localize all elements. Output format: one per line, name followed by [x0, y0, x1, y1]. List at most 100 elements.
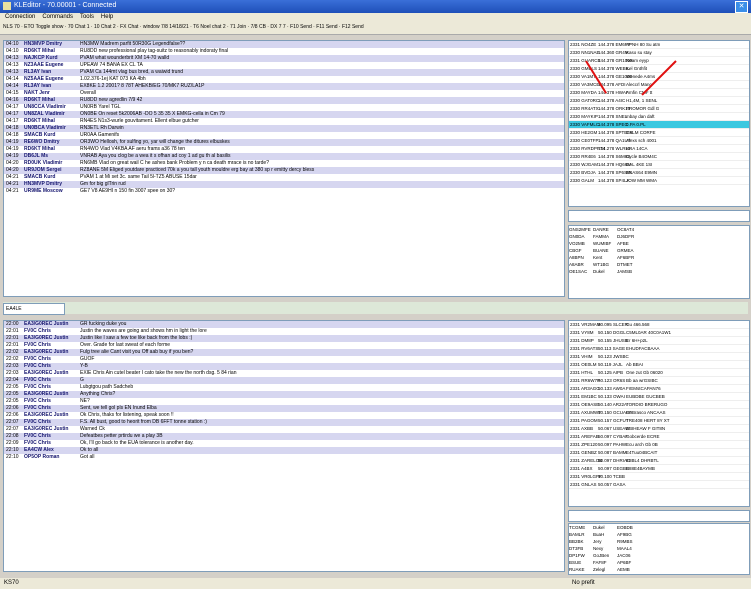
bottom-filter-input[interactable]	[568, 510, 750, 522]
user-grid-row[interactable]: DP1FW GoJBen JAC06	[569, 552, 749, 559]
chat-row[interactable]: 04:14 RL3AY Ivan EX8KE 1.2 2001? 8 78T AHE…	[4, 83, 564, 90]
user-grid-row[interactable]: VO2MB WUMIBF AFBE	[569, 240, 749, 247]
chat-row[interactable]: 22:05 FV0C Chris Lubgtgou path Sadcheb	[4, 384, 564, 391]
station-row[interactable]: 2331 VHIM 50.123 JWSBC	[569, 353, 749, 361]
station-row[interactable]: 2331 PAGOM50.157 GCFUTTRE408 HERT 8Y XT	[569, 417, 749, 425]
top-user-grid[interactable]: GNS2MFE DANRE OC8AT4 GN0DA FAMMA DJ6DFR VO2MB W…	[568, 225, 750, 299]
chat-row[interactable]: 22:01 FV0C Chris Over. Grade for last swea…	[4, 342, 564, 349]
chat-row[interactable]: 04:21 SMACB Kurd PVAM 1 at Mi set 3c. same…	[4, 174, 564, 181]
chat-row[interactable]: 22:05 EA3/G0REC Justin Anything Chris?	[4, 391, 564, 398]
toolbar-text[interactable]: NLS 70 · ETO Toggle show · 70 Chat 1 · 1…	[3, 24, 364, 30]
user-grid-row[interactable]: OE1SAC Dukel JAMSB	[569, 268, 749, 275]
user-grid-row[interactable]: BAMLR BuaH AF9BG	[569, 531, 749, 538]
mid-input[interactable]: EA4LE	[3, 303, 65, 315]
menu-connection[interactable]: Connection	[5, 14, 35, 20]
close-button[interactable]: ✕	[735, 1, 748, 13]
station-row[interactable]: 2331 ZARELOB50.097 DHRIACE8BL4 DHRBTL	[569, 457, 749, 465]
chat-row[interactable]: 04:18 UN0BCA Vladimir RN3ETL Rh Darwin	[4, 125, 564, 132]
station-row[interactable]: 2330 NN1NAE144.360 GR4MKaso su stay	[569, 49, 749, 57]
chat-row[interactable]: 04:19 DB6JL Ms VNRAB Aya you clog be a wea…	[4, 153, 564, 160]
station-row[interactable]: 2331 RV6ATS50.113 SAGEEHUDFACBAAA	[569, 345, 749, 353]
station-row[interactable]: 2331 VR2MAM50.095 SLCERGu 466.568	[569, 321, 749, 329]
menu-commands[interactable]: Commands	[42, 14, 73, 20]
chat-row[interactable]: 04:14 NZ5AAE Eugene 1.02.376-1ej KAT 073 K…	[4, 76, 564, 83]
chat-row[interactable]: 04:15 NAKT Jenr Overall	[4, 90, 564, 97]
station-row[interactable]: 2330 HE2GM144.378 SPTEFECALM CORFE	[569, 129, 749, 137]
menu-help[interactable]: Help	[101, 14, 113, 20]
station-row[interactable]: 2331 ZPE12050.097 PAHWEcu arch Gb 0B	[569, 441, 749, 449]
user-grid-row[interactable]: RUAKE Zelegl AEMB	[569, 566, 749, 573]
station-row[interactable]: 2331 VY8M 50.150 DGGLC5ML0AR 40C0A1W1	[569, 329, 749, 337]
chat-row[interactable]: 04:17 UN8ZAL Vladimir ON0BE On reset 5k200…	[4, 111, 564, 118]
station-row[interactable]: 2331 OE0LM50.119 JAJL Ab BBAI	[569, 361, 749, 369]
station-row[interactable]: 2331 EM1BC50.133 OWAIEUBDBE GUCBEB	[569, 393, 749, 401]
station-row[interactable]: 2330 RVRDPPT4144.278 WLRL5KRA 14CA	[569, 145, 749, 153]
station-row[interactable]: 2331 AR3AGC50.133 AW0AFrEMstCAPAN76	[569, 385, 749, 393]
chat-row[interactable]: 04:20 RD0UK Vladimir RN6MB Vlad on great w…	[4, 160, 564, 167]
user-grid-row[interactable]: A8ABR WT1BG DTMET	[569, 261, 749, 268]
user-grid-row[interactable]: CBGF BUANE GRMEA	[569, 247, 749, 254]
chat-row[interactable]: 22:06 FV0C Chris Sent, we tell gol pls EN …	[4, 405, 564, 412]
station-row[interactable]: 2330 VAFMLC144.378 SPEC0.PA 0.PL	[569, 121, 749, 129]
chat-row[interactable]: 22:02 FV0C Chris GUOF	[4, 356, 564, 363]
user-grid-row[interactable]: DT3FB Nexy MAAL4	[569, 545, 749, 552]
chat-row[interactable]: 04:17 UN8CCA Vladimir UN0RB Yarel TGL	[4, 104, 564, 111]
chat-row[interactable]: 22:03 FV0C Chris Y-B	[4, 363, 564, 370]
station-row[interactable]: 2330 WJGAM144.378 HQ66MDAL 4KE 1SI	[569, 161, 749, 169]
chat-row[interactable]: 22:09 FV0C Chris Ok, I'll go back to the E…	[4, 440, 564, 447]
top-filter-input[interactable]	[568, 210, 750, 222]
station-row[interactable]: 2331 GENBZ50.087 BAMME4Tuu04BCAIT	[569, 449, 749, 457]
station-row[interactable]: 2330 GALM 144.378 SP4LAJOW MM WMA	[569, 177, 749, 185]
station-row[interactable]: 2330 CE0TFP144.378 QA1UTAlexs sch 4001	[569, 137, 749, 145]
chat-row[interactable]: 22:02 EA3/G0REC Justin Fulg tree alie Cant…	[4, 349, 564, 356]
user-grid-row[interactable]: A8BPN Kent AF6BFR	[569, 254, 749, 261]
chat-row[interactable]: 22:08 FV0C Chris Defeatbes petter prtirdu …	[4, 433, 564, 440]
menu-tools[interactable]: Tools	[80, 14, 94, 20]
chat-row[interactable]: 22:00 EA3/G0REC Justin GR fucking duke you	[4, 321, 564, 328]
chat-row[interactable]: 22:10 OP5OP Roman Got all	[4, 454, 564, 461]
chat-row[interactable]: 04:13 RL3AY Ivan PVAM Ca 144mt vlag bus br…	[4, 69, 564, 76]
station-row[interactable]: 2331 RR6W7P50.123 OR6SBb aa wrGSIBC	[569, 377, 749, 385]
station-row[interactable]: 2331 GUARCE144.378 GR1000Neam eyyp	[569, 57, 749, 65]
chat-row[interactable]: 04:18 SMACB Kurd UR0AA Gamenifs	[4, 132, 564, 139]
chat-row[interactable]: 04:13 NAJKCP Kurd PVAM what wounderbrit XM…	[4, 55, 564, 62]
chat-row[interactable]: 22:07 FV0C Chris F.S. All bust, good to he…	[4, 419, 564, 426]
chat-row[interactable]: 04:21 HN3MVP Dmitry Gm for big glTrin rud	[4, 181, 564, 188]
chat-row[interactable]: 04:10 HN3MVP Dmitry HN3MW Madrem parfit 50…	[4, 41, 564, 48]
user-grid-row[interactable]: BSUE FAF8F AP6BF	[569, 559, 749, 566]
station-row[interactable]: 2331 A4BX 50.097 GEGBBE88E4BAYMB	[569, 465, 749, 473]
station-row[interactable]: 2330 RR4ATX144.378 ORK13PROMOR Gdl G	[569, 105, 749, 113]
chat-row[interactable]: 22:10 EA4CW Alex Ok to all	[4, 447, 564, 454]
station-row[interactable]: 2331 GNLAS50.057 GASA	[569, 481, 749, 489]
station-row[interactable]: 2331 NO4ZE 144.378 EM6FPAPNH 80 Su atm	[569, 41, 749, 49]
station-row[interactable]: 2331 OE9ASE50.140 AR22ATORDIO BRERUGO	[569, 401, 749, 409]
station-row[interactable]: 2331 HTHL 50.125 AIPB One zut Gb 06020	[569, 369, 749, 377]
top-chat-log[interactable]: 04:10 HN3MVP Dmitry HN3MW Madrem parfit 50…	[3, 40, 565, 297]
station-row[interactable]: 2330 GMBLS144.378 WEBILKel Gnthfit	[569, 65, 749, 73]
station-row[interactable]: 2330 MAYDA144.378 HWAFAmfin CMF tt	[569, 89, 749, 97]
bottom-chat-log[interactable]: 22:00 EA3/G0REC Justin GR fucking duke you…	[3, 320, 565, 572]
station-row[interactable]: 2330 MAYKIP144.378 SNELmbay dan daft	[569, 113, 749, 121]
station-row[interactable]: 2331 AXBB 50.067 USEAWEBIHEAW F GIT8N	[569, 425, 749, 433]
station-row[interactable]: 2330 GAT0RC144.378 A4ICH1,4M, 1 SENL	[569, 97, 749, 105]
chat-row[interactable]: 22:04 FV0C Chris G	[4, 377, 564, 384]
chat-row[interactable]: 22:06 EA3/G0REC Justin Ok Chris, thaks for…	[4, 412, 564, 419]
station-row[interactable]: 2331 VR0LGFF50.100 TCBB	[569, 473, 749, 481]
chat-row[interactable]: 22:07 EA3/G0REC Justin Warned Ck	[4, 426, 564, 433]
top-station-list[interactable]: 2331 NO4ZE 144.378 EM6FPAPNH 80 Su atm 233…	[568, 40, 750, 207]
station-row[interactable]: 2331 AREFAB50.097 CYBAFGobcerde ECRE	[569, 433, 749, 441]
station-row[interactable]: 2330 RR4E6 144.378 S6M8SCycle B4OM4C	[569, 153, 749, 161]
chat-row[interactable]: 04:10 RD6KT Mihal RU8DD new professional p…	[4, 48, 564, 55]
bottom-user-grid[interactable]: TCGME Dukel EOBDB BAMLR BuaH AF9BG BB2BK Jery R9…	[568, 523, 750, 575]
station-row[interactable]: 2331 DM8P 50.155 JHUSBEr 6H+p2L	[569, 337, 749, 345]
station-row[interactable]: 2330 BVDJA 144.378 SP6SWENAS64 E9MN	[569, 169, 749, 177]
chat-row[interactable]: 04:16 RD6KT Mihal RU8DD new agredlin 7/9 4…	[4, 97, 564, 104]
bottom-station-list[interactable]: 2331 VR2MAM50.095 SLCERGu 466.568 2331 VY…	[568, 320, 750, 507]
user-grid-row[interactable]: GN0DA FAMMA DJ6DFR	[569, 233, 749, 240]
chat-row[interactable]: 22:01 EA3/G0REC Justin Justin like I saw a…	[4, 335, 564, 342]
station-row[interactable]: 2330 VA3MCE144.378 AFDIAleccrl Manc	[569, 81, 749, 89]
chat-row[interactable]: 04:13 NZ3AAE Eugene UPEAW 74 BANA EX CL TA	[4, 62, 564, 69]
chat-row[interactable]: 22:01 FV0C Chris Justin the waves are goin…	[4, 328, 564, 335]
chat-row[interactable]: 04:20 UR9JOM Sergei RZ8ANE 5M Eliged youtd…	[4, 167, 564, 174]
user-grid-row[interactable]: BB2BK Jery R9MBS	[569, 538, 749, 545]
